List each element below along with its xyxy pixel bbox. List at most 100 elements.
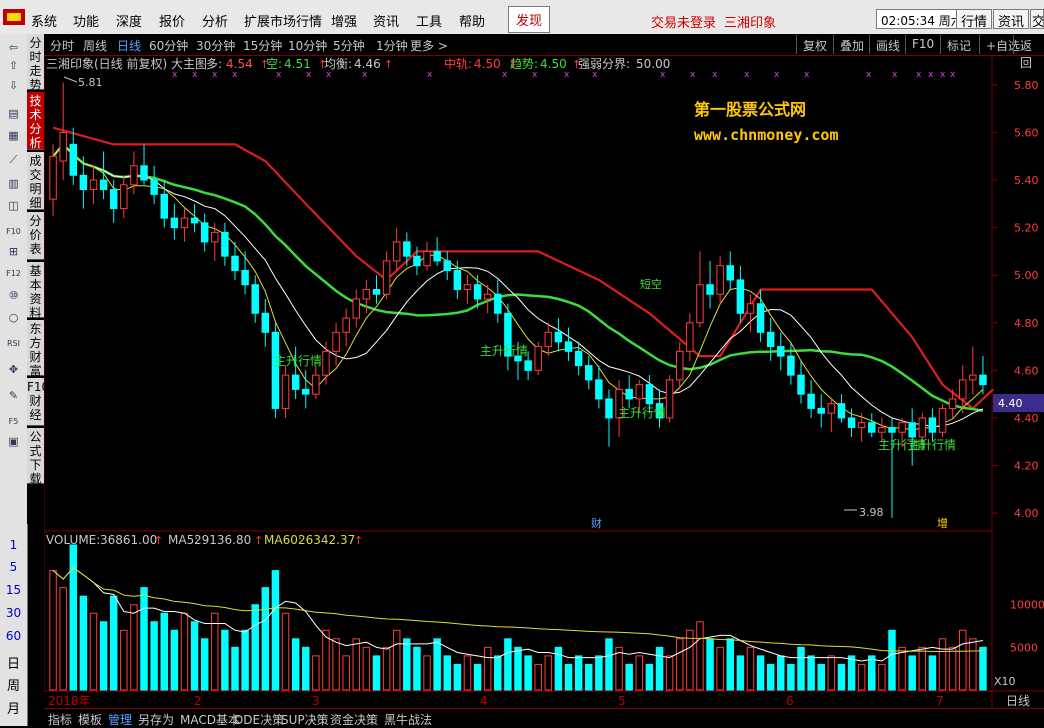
circle-icon[interactable]: ○: [5, 310, 22, 325]
cycle-day[interactable]: 日: [0, 653, 27, 672]
volume-bar: [595, 655, 603, 691]
rsi-icon[interactable]: RSI: [5, 336, 22, 351]
period-60min[interactable]: 60: [0, 629, 27, 643]
money-icon[interactable]: ⊞: [5, 244, 22, 259]
price-tick-label: 4.80: [1014, 317, 1039, 330]
vtab-6[interactable]: F10财经: [27, 378, 49, 426]
toolbar-button-0[interactable]: 复权: [796, 35, 833, 54]
news-button[interactable]: 资讯: [993, 9, 1030, 30]
bottom-tab-4[interactable]: MACD基本: [180, 711, 240, 728]
pencil-icon[interactable]: ✎: [5, 388, 22, 403]
bottom-tab-7[interactable]: 资金决策: [330, 711, 378, 728]
period-30min[interactable]: 30: [0, 606, 27, 620]
vtab-3[interactable]: 分价表: [27, 212, 44, 260]
menu-item-tools[interactable]: 工具: [416, 11, 442, 30]
volume-bar: [756, 655, 765, 691]
f5-icon[interactable]: F5: [5, 414, 22, 429]
bottom-tab-6[interactable]: SUP决策: [281, 711, 329, 728]
volume-bar: [847, 655, 856, 691]
vtab-1[interactable]: 技术分析: [27, 92, 44, 150]
period-tab-4[interactable]: 30分钟: [196, 37, 235, 54]
menu-item-enhance[interactable]: 增强: [331, 11, 357, 30]
move-icon[interactable]: ✥: [5, 362, 22, 377]
period-tab-9[interactable]: 更多 >: [410, 37, 448, 54]
bottom-tab-2[interactable]: 管理: [108, 711, 132, 728]
vtab-0[interactable]: 分时走势: [27, 34, 44, 92]
menu-item-depth[interactable]: 深度: [116, 11, 142, 30]
bottom-tab-0[interactable]: 指标: [48, 711, 72, 728]
candle-body: [878, 426, 886, 433]
menu-item-function[interactable]: 功能: [73, 11, 99, 30]
down-icon[interactable]: ⇩: [5, 78, 22, 93]
kline-icon[interactable]: ▥: [5, 176, 22, 191]
f11-icon[interactable]: F12: [5, 266, 22, 281]
signal-mark-10: x: [532, 70, 538, 80]
up-icon[interactable]: ⇧: [5, 58, 22, 73]
period-5min[interactable]: 5: [0, 560, 27, 574]
vtab-5[interactable]: 东方财富: [27, 320, 44, 378]
date-label: 3: [312, 694, 320, 708]
menu-item-system[interactable]: 系统: [31, 11, 57, 30]
back-icon[interactable]: ⇦: [5, 40, 22, 55]
trade-status[interactable]: 交易未登录: [651, 12, 716, 31]
chart-icon[interactable]: ◫: [5, 198, 22, 213]
price-panel-frame: [44, 55, 993, 532]
vol-ma5-value: 29136.80: [194, 533, 251, 547]
period-tab-3[interactable]: 60分钟: [149, 37, 188, 54]
period-tab-0[interactable]: 分时: [50, 37, 74, 54]
period-tab-6[interactable]: 10分钟: [288, 37, 327, 54]
volume-bar: [928, 655, 937, 691]
period-tab-8[interactable]: 1分钟: [376, 37, 408, 54]
bottom-tab-8[interactable]: 黑牛战法: [384, 711, 432, 728]
trade-button[interactable]: 交: [1030, 9, 1044, 29]
signal-mark-24: x: [950, 70, 956, 80]
signal-mark-13: x: [660, 70, 666, 80]
signal-mark-14: x: [690, 70, 696, 80]
volume-bar: [221, 629, 229, 691]
period-1min[interactable]: 1: [0, 538, 27, 552]
cycle-month[interactable]: 月: [0, 698, 27, 717]
app-logo-icon[interactable]: [3, 9, 25, 25]
cycle-week[interactable]: 周: [0, 675, 27, 694]
toolbar-button-4[interactable]: 标记: [940, 35, 977, 54]
bottom-tab-3[interactable]: 另存为: [138, 711, 174, 728]
menu-item-analysis[interactable]: 分析: [202, 11, 228, 30]
volume-bar: [827, 655, 836, 691]
quote-table-icon[interactable]: ▦: [5, 128, 22, 143]
volume-bar: [837, 663, 846, 691]
f10-icon[interactable]: F10: [5, 224, 22, 239]
menu-item-news[interactable]: 资讯: [373, 11, 399, 30]
period-tab-5[interactable]: 15分钟: [243, 37, 282, 54]
bottom-tab-5[interactable]: DDE决策: [234, 711, 284, 728]
candle-body: [908, 422, 916, 438]
toolbar-button-1[interactable]: 叠加: [833, 35, 870, 54]
fund-icon[interactable]: ⑩: [5, 288, 22, 303]
menu-item-extended-market[interactable]: 扩展市场行情: [244, 11, 322, 30]
stock-list-icon[interactable]: ▤: [5, 106, 22, 121]
menu-item-quote[interactable]: 报价: [159, 11, 185, 30]
period-tab-1[interactable]: 周线: [83, 37, 107, 54]
candle-body: [595, 379, 603, 400]
period-15min[interactable]: 15: [0, 583, 27, 597]
watermark-cn: 第一股票公式网: [694, 100, 806, 119]
toolbar-button-2[interactable]: 画线: [869, 35, 906, 54]
line-chart-icon[interactable]: ⟋: [5, 152, 22, 167]
candle-body: [403, 241, 411, 257]
image-icon[interactable]: ▣: [5, 434, 22, 449]
vtab-4[interactable]: 基本资料: [27, 262, 44, 320]
period-tab-2[interactable]: 日线: [117, 37, 141, 54]
volume-bar: [908, 655, 916, 691]
vtab-2[interactable]: 成交明细: [27, 152, 44, 210]
quote-button[interactable]: 行情: [956, 9, 993, 30]
signal-mark-11: x: [564, 70, 570, 80]
toolbar-button-6[interactable]: 返回: [1013, 35, 1044, 70]
volume-bar: [706, 638, 714, 691]
candle-body: [150, 179, 158, 195]
menu-item-help[interactable]: 帮助: [459, 11, 485, 30]
toolbar-button-3[interactable]: F10: [905, 35, 940, 54]
vtab-7[interactable]: 公式下载: [27, 428, 44, 486]
candle-body: [291, 374, 300, 390]
period-tab-7[interactable]: 5分钟: [333, 37, 365, 54]
bottom-tab-1[interactable]: 模板: [78, 711, 102, 728]
menu-item-discover[interactable]: 发现: [508, 6, 551, 33]
